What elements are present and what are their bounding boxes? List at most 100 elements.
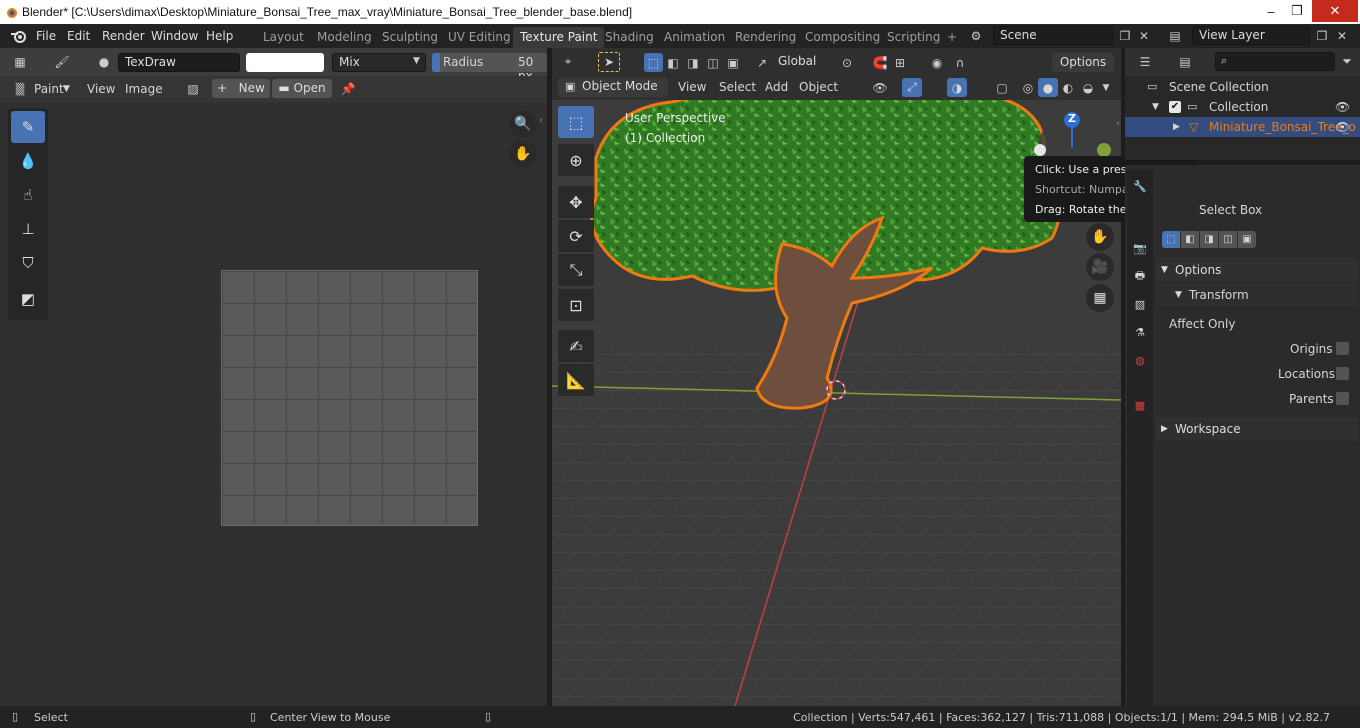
menu-render[interactable]: Render (96, 27, 151, 45)
orientation-icon[interactable]: ↗ (752, 53, 772, 72)
pin-icon[interactable]: 📌 (338, 79, 358, 98)
clone-tool-button[interactable]: ⊥ (11, 213, 45, 245)
transform-orientation-select[interactable]: Global (772, 53, 828, 72)
add-workspace-button[interactable]: + (940, 27, 964, 48)
tab-compositing[interactable]: Compositing (798, 27, 887, 48)
menu-help[interactable]: Help (200, 27, 239, 45)
fill-tool-button[interactable]: ⛉ (11, 247, 45, 279)
blender-menu-icon[interactable] (10, 28, 28, 44)
chevron-down-icon[interactable]: ▼ (1152, 97, 1159, 117)
cursor-tool[interactable]: ⊕ (558, 144, 594, 176)
measure-tool[interactable]: 📐 (558, 364, 594, 396)
sidebar-toggle-icon[interactable]: ‹ (1116, 118, 1120, 129)
outliner-row-object[interactable]: ▶ ▽ Miniature_Bonsai_Tree_o 👁 (1125, 117, 1360, 137)
chevron-down-icon[interactable]: ▼ (1096, 78, 1116, 97)
tab-layout[interactable]: Layout (256, 27, 311, 48)
eye-icon[interactable]: 👁 (1335, 97, 1350, 117)
move-tool[interactable]: ✥ (558, 186, 594, 218)
select-extend-icon[interactable]: ◧ (1181, 231, 1199, 248)
options-panel-header[interactable]: ▼ Options (1155, 258, 1358, 282)
view-layer-selector[interactable]: View Layer (1192, 26, 1310, 45)
tab-uv-editing[interactable]: UV Editing (441, 27, 518, 48)
perspective-toggle-icon[interactable]: ▦ (1086, 284, 1114, 312)
select-intersect-icon[interactable]: ▣ (723, 53, 743, 72)
overlay-toggle-icon[interactable]: ◑ (947, 78, 967, 97)
falloff-icon[interactable]: ∩ (950, 53, 970, 72)
collection-checkbox[interactable]: ✔ (1169, 101, 1181, 113)
delete-scene-icon[interactable]: ✕ (1134, 26, 1154, 45)
select-extend-icon[interactable]: ◧ (663, 53, 683, 72)
menu-file[interactable]: File (30, 27, 62, 45)
blend-mode-select[interactable]: Mix (332, 53, 426, 72)
gizmo-y-button[interactable] (1097, 143, 1111, 157)
tab-shading[interactable]: Shading (598, 27, 661, 48)
outliner-search-input[interactable] (1215, 52, 1335, 71)
menu-select[interactable]: Select (719, 80, 756, 94)
pivot-icon[interactable]: ⊙ (837, 53, 857, 72)
chevron-right-icon[interactable]: ▶ (1173, 117, 1180, 137)
select-subtract-icon[interactable]: ◨ (1200, 231, 1218, 248)
wireframe-shading-icon[interactable]: ◎ (1018, 78, 1038, 97)
render-tab-icon[interactable]: 📷 (1130, 238, 1150, 258)
transform-tool[interactable]: ⊡ (558, 289, 594, 321)
filter-icon[interactable]: ⏷ (1337, 52, 1357, 71)
menu-image[interactable]: Image (125, 82, 163, 96)
image-browse-icon[interactable]: ▨ (183, 79, 203, 98)
paint-mode-select[interactable]: Paint (34, 82, 64, 96)
open-image-button[interactable]: ▬ Open (272, 79, 332, 98)
select-new-icon[interactable]: ⬚ (1162, 231, 1180, 248)
proportional-edit-icon[interactable]: ◉ (927, 53, 947, 72)
draw-tool-button[interactable]: ✎ (11, 111, 45, 143)
menu-view[interactable]: View (678, 80, 706, 94)
visibility-icon[interactable]: 👁 (870, 78, 890, 97)
origins-checkbox[interactable] (1336, 342, 1349, 355)
brush-icon[interactable]: 🖌 (52, 52, 72, 71)
new-scene-icon[interactable]: ❐ (1115, 26, 1135, 45)
delete-view-layer-icon[interactable]: ✕ (1332, 26, 1352, 45)
annotate-tool[interactable]: ✍ (558, 330, 594, 362)
texture-tab-icon[interactable]: ▩ (1130, 395, 1150, 415)
menu-window[interactable]: Window (145, 27, 204, 45)
tab-rendering[interactable]: Rendering (728, 27, 803, 48)
mask-tool-button[interactable]: ◩ (11, 283, 45, 315)
tool-tab-icon[interactable]: 🔧 (1130, 176, 1150, 196)
outliner-row-collection[interactable]: ▼ ✔ ▭ Collection 👁 (1125, 97, 1360, 117)
close-button[interactable]: ✕ (1312, 0, 1358, 22)
tab-animation[interactable]: Animation (657, 27, 732, 48)
parents-checkbox[interactable] (1336, 392, 1349, 405)
scene-icon[interactable]: ⚙ (966, 26, 986, 45)
soften-tool-button[interactable]: 💧 (11, 145, 45, 177)
brush-color-swatch[interactable] (246, 53, 324, 72)
workspace-panel-header[interactable]: ▶ Workspace (1155, 417, 1358, 441)
scene-selector[interactable]: Scene (993, 26, 1113, 45)
material-shading-icon[interactable]: ◐ (1058, 78, 1078, 97)
sidebar-toggle-icon[interactable]: ‹ (539, 115, 543, 126)
menu-edit[interactable]: Edit (61, 27, 96, 45)
gizmo-x-button[interactable] (1034, 144, 1046, 156)
menu-view[interactable]: View (87, 82, 115, 96)
brush-name-field[interactable]: TexDraw (118, 53, 240, 72)
texture-canvas[interactable] (221, 270, 478, 526)
snap-target-icon[interactable]: ⊞ (890, 53, 910, 72)
tab-scripting[interactable]: Scripting (880, 27, 947, 48)
outliner-row-scene-collection[interactable]: ▭ Scene Collection (1125, 77, 1360, 97)
menu-add[interactable]: Add (765, 80, 788, 94)
rendered-shading-icon[interactable]: ◒ (1078, 78, 1098, 97)
camera-view-icon[interactable]: 🎥 (1086, 253, 1114, 281)
editor-type-icon[interactable]: ⌖ (558, 52, 578, 71)
scene-tab-icon[interactable]: ⚗ (1130, 322, 1150, 342)
snap-icon[interactable]: 🧲 (870, 53, 890, 72)
scale-tool[interactable]: ⤡ (558, 254, 594, 286)
new-view-layer-icon[interactable]: ❐ (1312, 26, 1332, 45)
gizmo-toggle-icon[interactable]: ⤢ (902, 78, 922, 97)
world-tab-icon[interactable]: ◍ (1130, 350, 1150, 370)
output-tab-icon[interactable]: 🖶 (1130, 266, 1150, 286)
editor-type-icon[interactable]: ▦ (10, 52, 30, 71)
new-image-button[interactable]: + New (212, 79, 270, 98)
select-tool-icon[interactable]: ➤ (598, 52, 620, 72)
select-new-icon[interactable]: ⬚ (644, 53, 663, 72)
hand-pan-icon[interactable]: ✋ (509, 140, 537, 168)
solid-shading-icon[interactable]: ● (1038, 78, 1058, 97)
zoom-icon[interactable]: 🔍 (509, 110, 537, 138)
view-layer-tab-icon[interactable]: ▧ (1130, 294, 1150, 314)
